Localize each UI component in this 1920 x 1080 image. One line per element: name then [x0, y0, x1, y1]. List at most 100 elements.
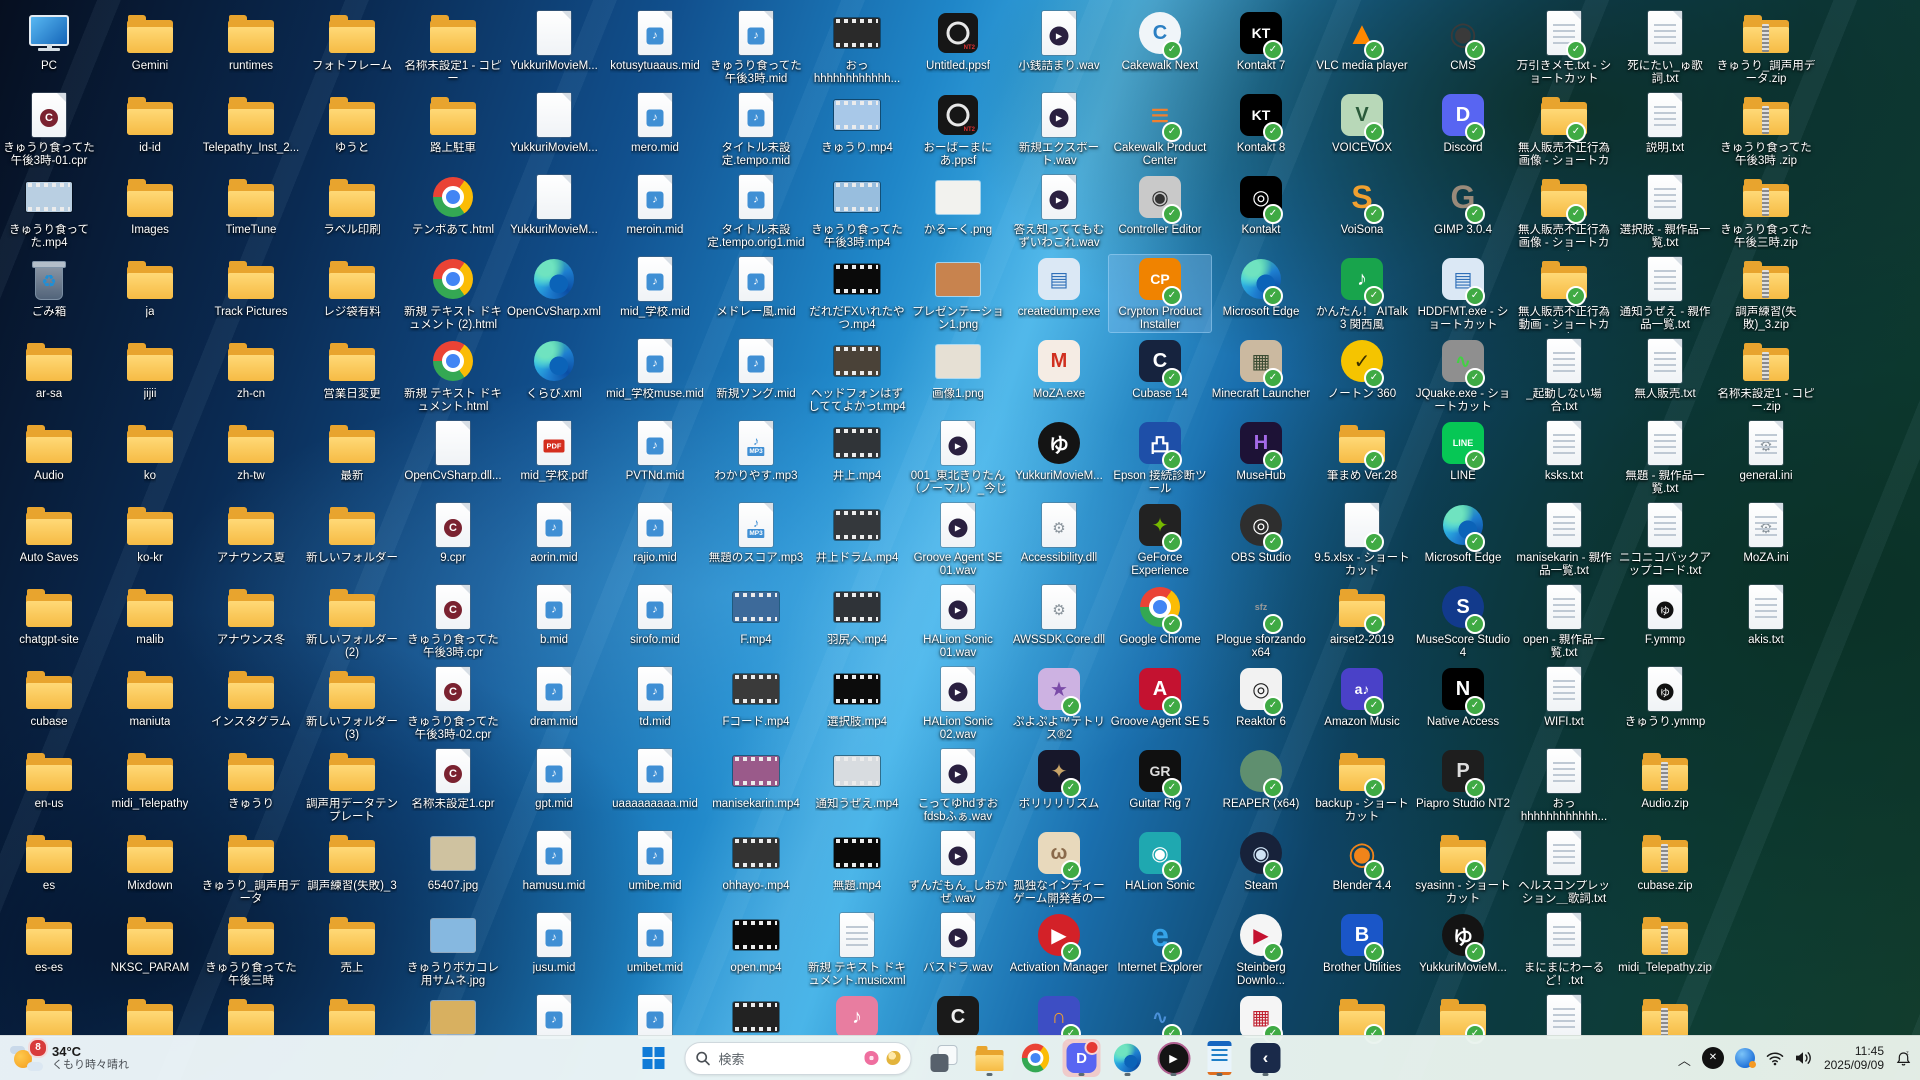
desktop-icon[interactable]: Cきゅうり食ってた午後3時-02.cpr — [402, 665, 504, 742]
desktop-icon[interactable]: S✓MuseScore Studio 4 — [1412, 583, 1514, 660]
desktop-icon[interactable]: ⚙Accessibility.dll — [1008, 501, 1110, 565]
desktop-icon[interactable]: 最新 — [301, 419, 403, 483]
taskbar-pin-discord[interactable]: D — [1063, 1039, 1101, 1077]
x-app-tray-icon[interactable]: ✕ — [1702, 1047, 1724, 1069]
desktop-icon[interactable]: Mixdown — [99, 829, 201, 893]
desktop-icon[interactable]: きゅうり — [200, 747, 302, 811]
taskbar-pin-file-explorer[interactable] — [971, 1039, 1009, 1077]
desktop-icon[interactable] — [402, 993, 504, 1041]
desktop-icon[interactable]: ▦✓Minecraft Launcher — [1210, 337, 1312, 401]
desktop-icon[interactable]: akis.txt — [1715, 583, 1817, 647]
desktop-icon[interactable]: きゅうり食ってた午後三時 — [200, 911, 302, 988]
desktop-icon[interactable]: ⚙MoZA.ini — [1715, 501, 1817, 565]
desktop-icon[interactable]: 羽尻へ.mp4 — [806, 583, 908, 647]
desktop-icon[interactable]: sfz✓Plogue sforzando x64 — [1210, 583, 1312, 660]
desktop-icon[interactable]: Images — [99, 173, 201, 237]
desktop-icon[interactable]: インスタグラム — [200, 665, 302, 729]
desktop-icon[interactable]: ▶Groove Agent SE 01.wav — [907, 501, 1009, 578]
desktop-icon[interactable]: Audio — [0, 419, 100, 483]
desktop-icon[interactable]: ♪mid_学校.mid — [604, 255, 706, 319]
desktop-icon[interactable]: ∿✓ — [1109, 993, 1211, 1041]
desktop-icon[interactable]: 画像1.png — [907, 337, 1009, 401]
taskbar-pin-cubase[interactable]: ‹ — [1247, 1039, 1285, 1077]
copilot-tray-icon[interactable] — [1735, 1048, 1755, 1068]
desktop-icon[interactable]: PC — [0, 9, 100, 73]
desktop-icon[interactable]: Fコード.mp4 — [705, 665, 807, 729]
desktop-icon[interactable]: ♪kotusytuaaus.mid — [604, 9, 706, 73]
desktop-icon[interactable]: ✓無人販売不正行為画像 - ショートカット — [1513, 173, 1615, 251]
desktop-icon[interactable]: きゅうり食ってた.mp4 — [0, 173, 100, 250]
desktop-icon[interactable]: ⚙general.ini — [1715, 419, 1817, 483]
desktop-icon[interactable]: レジ袋有料 — [301, 255, 403, 319]
desktop-icon[interactable]: ♪タイトル未設定.tempo.mid — [705, 91, 807, 168]
desktop-icon[interactable]: ✓REAPER (x64) — [1210, 747, 1312, 811]
desktop-icon[interactable]: ▶ずんだもん_しおかぜ.wav — [907, 829, 1009, 906]
desktop-icon[interactable]: ♪ — [604, 993, 706, 1041]
desktop-icon[interactable]: 新しいフォルダー — [301, 501, 403, 565]
taskbar-pin-notepad[interactable] — [1201, 1039, 1239, 1077]
desktop-icon[interactable]: アナウンス冬 — [200, 583, 302, 647]
desktop-icon[interactable]: manisekarin.mp4 — [705, 747, 807, 811]
desktop-icon[interactable]: open - 親作品一覧.txt — [1513, 583, 1615, 660]
desktop-icon[interactable]: Track Pictures — [200, 255, 302, 319]
desktop-icon[interactable]: ▶HALion Sonic 02.wav — [907, 665, 1009, 742]
desktop-icon[interactable]: アナウンス夏 — [200, 501, 302, 565]
desktop-icon[interactable]: ▤✓HDDFMT.exe - ショートカット — [1412, 255, 1514, 332]
desktop-icon[interactable]: ∩✓ — [1008, 993, 1110, 1041]
desktop-icon[interactable]: NKSC_PARAM — [99, 911, 201, 975]
desktop-icon[interactable]: ▶答え知っててもむずいわこれ.wav — [1008, 173, 1110, 250]
desktop-icon[interactable]: ▶新規エクスポート.wav — [1008, 91, 1110, 168]
desktop-icon[interactable]: ▶✓Activation Manager — [1008, 911, 1110, 975]
desktop-icon[interactable]: きゅうり食ってた午後3時.mp4 — [806, 173, 908, 250]
notifications-bell-icon[interactable]: z — [1895, 1050, 1912, 1067]
desktop-icon[interactable]: きゅうり_調声用データ.zip — [1715, 9, 1817, 86]
desktop-icon[interactable]: TimeTune — [200, 173, 302, 237]
taskbar-pin-microsoft-edge[interactable] — [1109, 1039, 1147, 1077]
desktop-icon[interactable]: cubase.zip — [1614, 829, 1716, 893]
desktop-icon[interactable]: ♪PVTNd.mid — [604, 419, 706, 483]
desktop-icon[interactable]: P✓Piapro Studio NT2 — [1412, 747, 1514, 811]
taskbar-pin-task-view[interactable] — [925, 1039, 963, 1077]
desktop-icon[interactable]: ✓Microsoft Edge — [1210, 255, 1312, 319]
desktop-icon[interactable]: V✓VOICEVOX — [1311, 91, 1413, 155]
desktop-icon[interactable]: 新規 テキスト ドキュメント.musicxml — [806, 911, 908, 988]
desktop-icon[interactable]: YukkuriMovieM... — [503, 173, 605, 237]
desktop-icon[interactable]: 説明.txt — [1614, 91, 1716, 155]
desktop-icon[interactable]: ♪MP3無題のスコア.mp3 — [705, 501, 807, 565]
desktop-icon[interactable] — [1513, 993, 1615, 1041]
desktop-icon[interactable]: midi_Telepathy — [99, 747, 201, 811]
desktop-icon[interactable]: OpenCvSharp.xml — [503, 255, 605, 319]
desktop-icon[interactable]: e✓Internet Explorer — [1109, 911, 1211, 975]
desktop-icon[interactable]: ♪b.mid — [503, 583, 605, 647]
desktop-icon[interactable] — [705, 993, 807, 1041]
desktop-icon[interactable]: ♪uaaaaaaaaa.mid — [604, 747, 706, 811]
desktop-icon[interactable]: ♪メドレー風.mid — [705, 255, 807, 319]
wifi-icon[interactable] — [1766, 1051, 1784, 1066]
desktop-icon[interactable] — [0, 993, 100, 1041]
desktop-icon[interactable]: CP✓Crypton Product Installer — [1109, 255, 1211, 332]
desktop-icon[interactable]: 営業日変更 — [301, 337, 403, 401]
desktop-icon[interactable]: id-id — [99, 91, 201, 155]
desktop-icon[interactable]: ◉✓HALion Sonic — [1109, 829, 1211, 893]
weather-widget[interactable]: 8 34°C くもり時々晴れ — [10, 1036, 129, 1080]
desktop-icon[interactable]: ニコニコバックアップコード.txt — [1614, 501, 1716, 578]
desktop-icon[interactable]: きゅうり食ってた午後3時 .zip — [1715, 91, 1817, 168]
desktop-icon[interactable]: きゅうり食ってた午後三時.zip — [1715, 173, 1817, 250]
desktop-icon[interactable]: ✓万引きメモ.txt - ショートカット — [1513, 9, 1615, 86]
desktop-icon[interactable]: ラベル印刷 — [301, 173, 403, 237]
desktop-icon[interactable] — [200, 993, 302, 1041]
desktop-icon[interactable]: ♪rajio.mid — [604, 501, 706, 565]
taskbar-pin-media-player[interactable]: ▶ — [1155, 1039, 1193, 1077]
desktop-icon[interactable]: 新規 テキスト ドキュメント (2).html — [402, 255, 504, 332]
desktop-icon[interactable]: open.mp4 — [705, 911, 807, 975]
desktop-icon[interactable]: おっhhhhhhhhhhhh... — [806, 9, 908, 86]
desktop-icon[interactable] — [301, 993, 403, 1041]
desktop-icon[interactable]: D✓Discord — [1412, 91, 1514, 155]
desktop-icon[interactable]: C — [907, 993, 1009, 1041]
desktop-icon[interactable]: jijii — [99, 337, 201, 401]
desktop-icon[interactable]: ★✓ぷよぷよ™テトリス®2 — [1008, 665, 1110, 742]
desktop-icon[interactable]: ✓✓ノートン 360 — [1311, 337, 1413, 401]
desktop-icon[interactable]: ▶小銭詰まり.wav — [1008, 9, 1110, 73]
desktop-icon[interactable]: 凸✓Epson 接続診断ツール — [1109, 419, 1211, 496]
desktop-icon[interactable]: Gemini — [99, 9, 201, 73]
